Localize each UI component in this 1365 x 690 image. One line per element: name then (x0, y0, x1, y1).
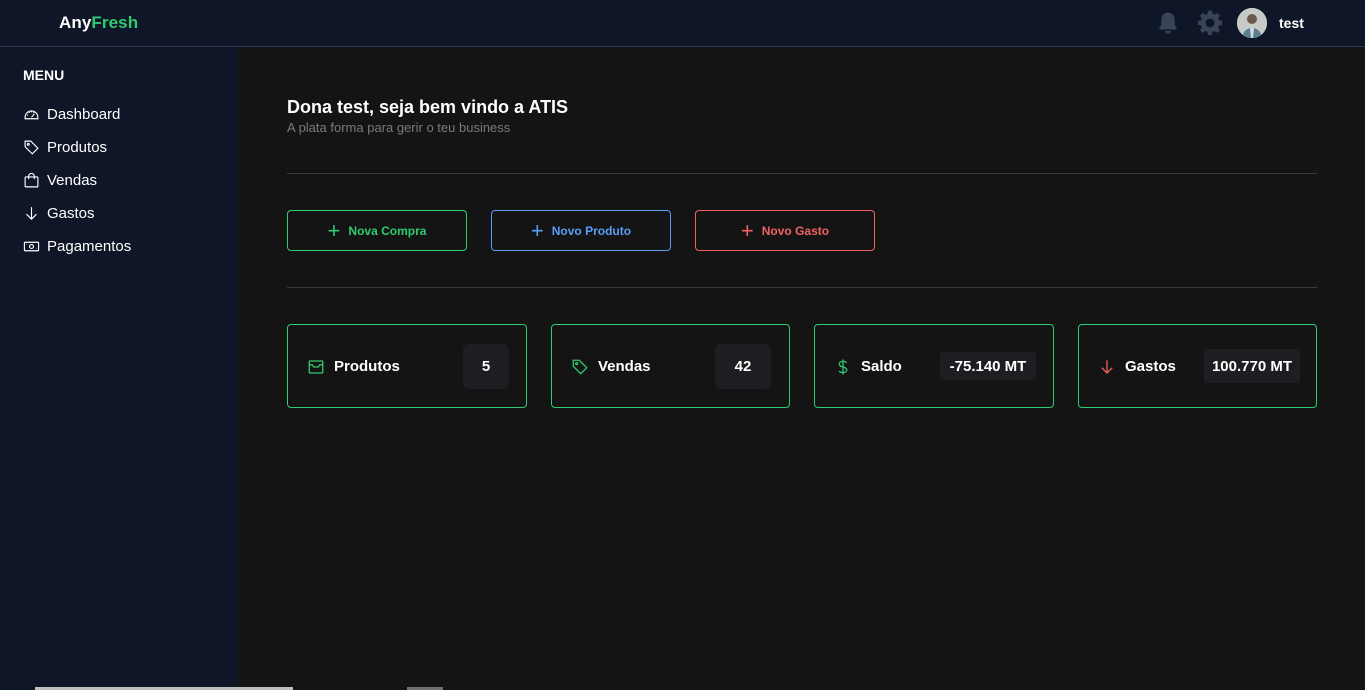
plus-icon: + (530, 217, 544, 243)
page-title: Dona test, seja bem vindo a ATIS (287, 97, 569, 117)
nova-compra-button[interactable]: + Nova Compra (287, 210, 467, 251)
button-label: Novo Produto (551, 223, 632, 238)
sidebar: MENU Dashboard Produtos Vendas Gastos Pa… (0, 47, 238, 690)
stat-card-gastos[interactable]: Gastos 100.770 MT (1078, 324, 1317, 408)
menu-title: MENU (23, 67, 65, 83)
sidebar-item-dashboard[interactable]: Dashboard (23, 103, 120, 125)
button-label: Nova Compra (348, 223, 427, 238)
tag-icon (572, 359, 588, 375)
page-subtitle: A plata forma para gerir o teu business (287, 120, 511, 135)
novo-produto-button[interactable]: + Novo Produto (491, 210, 671, 251)
avatar[interactable] (1237, 8, 1267, 38)
card-value: -75.140 MT (940, 352, 1036, 380)
card-label: Gastos (1125, 358, 1176, 375)
banknote-icon (23, 241, 40, 251)
avatar-image (1237, 8, 1267, 38)
card-label: Vendas (598, 358, 651, 375)
logo-fresh: Fresh (91, 13, 139, 32)
shopping-bag-icon (24, 172, 39, 187)
logo[interactable]: AnyFresh (59, 13, 138, 33)
novo-gasto-button[interactable]: + Novo Gasto (695, 210, 875, 251)
gear-icon[interactable] (1196, 9, 1224, 37)
sidebar-item-label: Dashboard (47, 105, 121, 123)
card-label: Saldo (861, 358, 902, 375)
bell-icon[interactable] (1155, 10, 1181, 36)
sidebar-item-gastos[interactable]: Gastos (23, 202, 95, 224)
plus-icon: + (327, 217, 341, 243)
card-label: Produtos (334, 358, 400, 375)
plus-icon: + (740, 217, 754, 243)
button-label: Novo Gasto (761, 223, 830, 238)
arrow-down-icon (1101, 360, 1113, 374)
stat-card-vendas[interactable]: Vendas 42 (551, 324, 790, 408)
inbox-icon (308, 360, 324, 374)
stat-card-produtos[interactable]: Produtos 5 (287, 324, 527, 408)
dollar-icon (838, 359, 848, 375)
sidebar-item-produtos[interactable]: Produtos (23, 136, 107, 158)
sidebar-item-label: Pagamentos (47, 237, 132, 255)
sidebar-item-pagamentos[interactable]: Pagamentos (23, 235, 131, 257)
card-value: 42 (715, 344, 771, 389)
top-bar: AnyFresh test (0, 0, 1365, 47)
arrow-down-icon (26, 206, 37, 220)
divider (287, 287, 1317, 288)
stat-card-saldo[interactable]: Saldo -75.140 MT (814, 324, 1054, 408)
card-value: 100.770 MT (1204, 349, 1300, 383)
gauge-icon (24, 109, 39, 119)
username[interactable]: test (1279, 15, 1304, 31)
card-value: 5 (463, 344, 509, 389)
tag-icon (24, 140, 39, 155)
divider (287, 173, 1317, 174)
logo-any: Any (59, 13, 92, 32)
sidebar-item-label: Gastos (47, 204, 95, 222)
sidebar-item-label: Vendas (47, 171, 98, 189)
sidebar-item-label: Produtos (47, 138, 108, 156)
sidebar-item-vendas[interactable]: Vendas (23, 169, 97, 191)
